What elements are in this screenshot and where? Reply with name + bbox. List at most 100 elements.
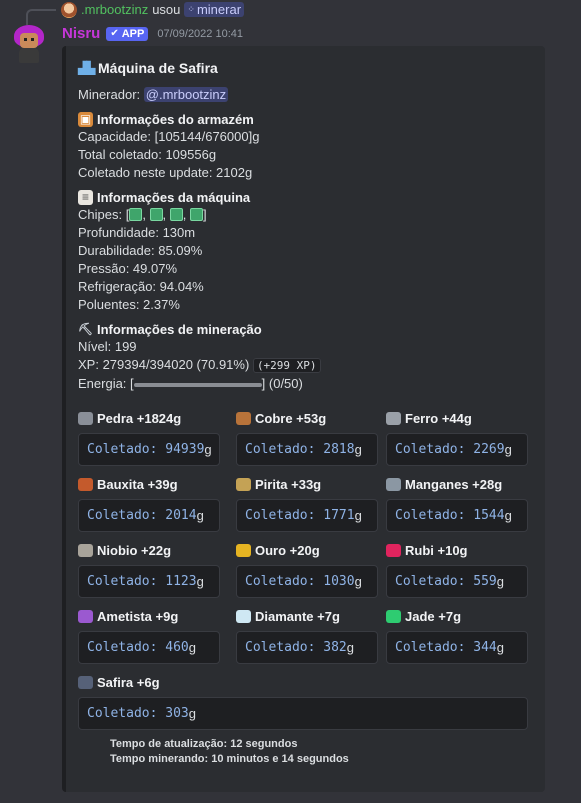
avatar-eye — [31, 38, 34, 41]
energy-line: Energia: [ ] (0/50) — [78, 375, 533, 393]
bauxite-icon — [78, 477, 93, 491]
mineral-field: Pirita +33g Coletado: 1771 g — [236, 475, 378, 532]
collected-label: Coletado: — [245, 574, 324, 589]
mineral-name-text: Niobio +22g — [97, 542, 172, 558]
message-timestamp[interactable]: 07/09/2022 10:41 — [157, 28, 243, 40]
mineral-name-text: Cobre +53g — [255, 410, 327, 426]
mineral-field: Safira +6g Coletado: 303 g — [78, 673, 528, 730]
mineral-name: Pedra +1824g — [78, 409, 220, 427]
command-name: minerar — [196, 2, 242, 17]
collected-value: 1030 — [323, 574, 355, 589]
xp-text: XP: 279394/394020 (70.91%) — [78, 357, 250, 372]
collected-label: Coletado: — [395, 640, 474, 655]
chip-icon — [149, 208, 163, 221]
copper-icon — [236, 411, 251, 425]
mineral-field: Rubi +10g Coletado: 559 g — [386, 541, 528, 598]
collected-unit: g — [504, 442, 512, 457]
mineral-collected-box: Coletado: 94939 g — [78, 433, 220, 466]
collected-label: Coletado: — [87, 640, 166, 655]
collected-label: Coletado: — [245, 640, 324, 655]
mineral-collected-box: Coletado: 2014 g — [78, 499, 220, 532]
embed-title-text: Máquina de Safira — [98, 60, 218, 76]
avatar-body — [19, 48, 39, 63]
collected-unit: g — [354, 442, 362, 457]
mineral-field: Ametista +9g Coletado: 460 g — [78, 607, 220, 664]
document-icon: ≡ — [78, 189, 93, 205]
mineral-name-text: Ferro +44g — [405, 410, 472, 426]
collected-value: 460 — [165, 640, 189, 655]
energy-label: Energia: [ — [78, 376, 134, 391]
reply-username[interactable]: .mrbootzinz — [81, 2, 148, 17]
collected-label: Coletado: — [87, 442, 166, 457]
machine-cooling: Refrigeração: 94.04% — [78, 279, 204, 294]
command-mention[interactable]: ⁘ minerar — [184, 2, 245, 17]
machine-pollutants: Poluentes: 2.37% — [78, 297, 180, 312]
mineral-field: Manganes +28g Coletado: 1544 g — [386, 475, 528, 532]
mineral-name-text: Ouro +20g — [255, 542, 320, 558]
mineral-field: Cobre +53g Coletado: 2818 g — [236, 409, 378, 466]
collected-label: Coletado: — [395, 508, 474, 523]
collected-unit: g — [188, 706, 196, 721]
collected-value: 2269 — [473, 442, 505, 457]
miner-label: Minerador: — [78, 87, 141, 102]
mineral-collected-box: Coletado: 1030 g — [236, 565, 378, 598]
iron-icon — [386, 411, 401, 425]
mineral-name: Bauxita +39g — [78, 475, 220, 493]
machine-title: ≡ Informações da máquina — [78, 188, 533, 206]
gold-icon — [236, 543, 251, 557]
collected-unit: g — [354, 508, 362, 523]
avatar-eye — [24, 38, 27, 41]
embed-footer: Tempo de atualização: 12 segundos Tempo … — [110, 737, 349, 767]
collected-unit: g — [496, 640, 504, 655]
collected-value: 382 — [323, 640, 347, 655]
collected-value: 94939 — [165, 442, 205, 457]
mineral-name-text: Diamante +7g — [255, 608, 340, 624]
chip-icon — [129, 208, 143, 221]
collected-unit: g — [504, 508, 512, 523]
rock-icon — [78, 411, 93, 425]
avatar[interactable] — [12, 23, 46, 63]
footer-mining-time: Tempo minerando: 10 minutos e 14 segundo… — [110, 753, 349, 765]
jade-icon — [386, 609, 401, 623]
reply-action: usou — [152, 2, 181, 17]
sapphire-icon — [78, 675, 93, 689]
mineral-field: Bauxita +39g Coletado: 2014 g — [78, 475, 220, 532]
mineral-name: Rubi +10g — [386, 541, 528, 559]
chip-icon — [190, 208, 204, 221]
miner-line: Minerador: @.mrbootzinz — [78, 86, 533, 104]
mineral-name-text: Rubi +10g — [405, 542, 468, 558]
mineral-name-text: Ametista +9g — [97, 608, 179, 624]
mineral-collected-box: Coletado: 2818 g — [236, 433, 378, 466]
mineral-collected-box: Coletado: 2269 g — [386, 433, 528, 466]
collected-value: 303 — [165, 706, 189, 721]
reply-avatar[interactable] — [61, 1, 77, 18]
mineral-collected-box: Coletado: 382 g — [236, 631, 378, 664]
mineral-field: Pedra +1824g Coletado: 94939 g — [78, 409, 220, 466]
mineral-field: Diamante +7g Coletado: 382 g — [236, 607, 378, 664]
embed: ▟▙ Máquina de Safira Minerador: @.mrboot… — [62, 46, 545, 792]
miner-mention[interactable]: @.mrbootzinz — [143, 87, 229, 102]
mineral-name-text: Safira +6g — [97, 674, 160, 690]
factory-icon: ▟▙ — [78, 60, 95, 75]
mineral-name-text: Pedra +1824g — [97, 410, 182, 426]
embed-title: ▟▙ Máquina de Safira — [78, 58, 533, 78]
collected-unit: g — [354, 574, 362, 589]
mineral-name: Cobre +53g — [236, 409, 378, 427]
mineral-field: Jade +7g Coletado: 344 g — [386, 607, 528, 664]
collected-value: 559 — [473, 574, 497, 589]
collected-label: Coletado: — [245, 508, 324, 523]
reply-bar[interactable]: .mrbootzinz usou ⁘ minerar — [61, 1, 245, 18]
collected-label: Coletado: — [87, 706, 166, 721]
mineral-collected-box: Coletado: 303 g — [78, 697, 528, 730]
message-username[interactable]: Nisru — [62, 25, 100, 42]
mineral-field: Niobio +22g Coletado: 1123 g — [78, 541, 220, 598]
collected-value: 2014 — [165, 508, 197, 523]
mineral-field: Ouro +20g Coletado: 1030 g — [236, 541, 378, 598]
energy-value: ] (0/50) — [261, 376, 303, 391]
energy-bar — [133, 382, 262, 387]
mineral-collected-box: Coletado: 559 g — [386, 565, 528, 598]
mineral-name-text: Manganes +28g — [405, 476, 503, 492]
mineral-collected-box: Coletado: 1544 g — [386, 499, 528, 532]
chip-icon — [169, 208, 183, 221]
chips-prefix: Chipes: [ — [78, 207, 130, 222]
